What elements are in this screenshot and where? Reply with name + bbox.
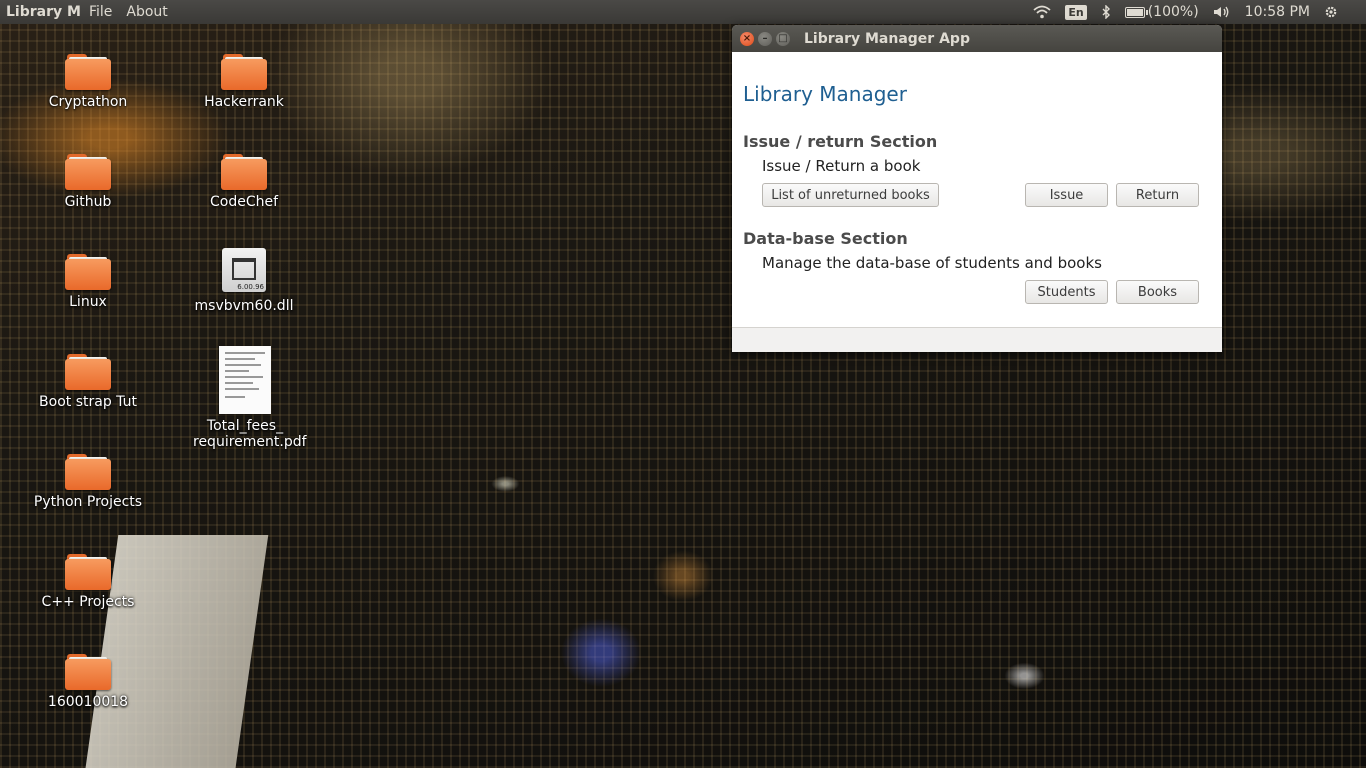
- minimize-icon[interactable]: –: [758, 31, 772, 46]
- menu-file[interactable]: File: [89, 4, 112, 20]
- bluetooth-icon[interactable]: [1101, 5, 1111, 19]
- battery-indicator[interactable]: (100%): [1124, 4, 1199, 20]
- page-title: Library Manager: [743, 82, 907, 106]
- maximize-icon[interactable]: □: [776, 31, 790, 46]
- desktop-icon-label: msvbvm60.dll: [194, 298, 294, 314]
- window-statusbar: [732, 327, 1222, 352]
- desktop-icon-label: Hackerrank: [204, 94, 284, 110]
- folder-icon: [65, 54, 111, 90]
- window-title: Library Manager App: [804, 30, 970, 47]
- dll-file-icon: 6.00.96: [222, 248, 266, 292]
- desktop-folder-cryptathon[interactable]: Cryptathon: [28, 54, 148, 110]
- dll-version-badge: 6.00.96: [237, 283, 264, 291]
- desktop-file-msvbvm60[interactable]: 6.00.96 msvbvm60.dll: [184, 248, 304, 314]
- desktop-folder-hackerrank[interactable]: Hackerrank: [184, 54, 304, 110]
- indicator-area: En (100%) 10:58 PM: [1033, 4, 1338, 20]
- desktop-folder-bootstrap-tut[interactable]: Boot strap Tut: [28, 354, 148, 410]
- menu-about[interactable]: About: [126, 4, 167, 20]
- folder-icon: [65, 354, 111, 390]
- volume-icon[interactable]: [1213, 5, 1231, 19]
- desktop-icon-label: CodeChef: [209, 194, 279, 210]
- folder-icon: [65, 554, 111, 590]
- desktop-folder-cpp-projects[interactable]: C++ Projects: [28, 554, 148, 610]
- issue-section-heading: Issue / return Section: [743, 132, 938, 151]
- top-panel: Library M File About En (100%) 10:58 PM: [0, 0, 1366, 24]
- gear-icon[interactable]: [1324, 5, 1338, 19]
- database-section-heading: Data-base Section: [743, 229, 908, 248]
- library-manager-window: × – □ Library Manager App Library Manage…: [732, 25, 1222, 352]
- folder-icon: [65, 654, 111, 690]
- return-button[interactable]: Return: [1116, 183, 1199, 207]
- keyboard-language-indicator[interactable]: En: [1065, 4, 1087, 20]
- students-button[interactable]: Students: [1025, 280, 1108, 304]
- desktop-folder-codechef[interactable]: CodeChef: [184, 154, 304, 210]
- desktop-folder-linux[interactable]: Linux: [28, 254, 148, 310]
- pdf-file-icon: [219, 346, 271, 414]
- battery-percent: (100%): [1147, 4, 1199, 20]
- desktop-icon-label: Total_fees_ requirement.pdf: [193, 418, 307, 450]
- books-button[interactable]: Books: [1116, 280, 1199, 304]
- active-app-title: Library M: [6, 4, 81, 20]
- folder-icon: [65, 254, 111, 290]
- window-content: Library Manager Issue / return Section I…: [732, 52, 1222, 328]
- window-titlebar[interactable]: × – □ Library Manager App: [732, 25, 1222, 52]
- folder-icon: [221, 154, 267, 190]
- desktop-icon-label: 160010018: [47, 694, 129, 710]
- wifi-icon[interactable]: [1033, 5, 1051, 19]
- battery-icon: [1124, 6, 1148, 18]
- issue-section-description: Issue / Return a book: [762, 157, 921, 175]
- issue-button[interactable]: Issue: [1025, 183, 1108, 207]
- desktop-folder-160010018[interactable]: 160010018: [28, 654, 148, 710]
- desktop-icon-label: Cryptathon: [48, 94, 128, 110]
- desktop-icon-label: Python Projects: [33, 494, 143, 510]
- folder-icon: [221, 54, 267, 90]
- desktop-file-total-fees-pdf[interactable]: Total_fees_ requirement.pdf: [184, 346, 307, 450]
- desktop-icon-label: Linux: [69, 294, 107, 310]
- desktop-icon-label: C++ Projects: [41, 594, 135, 610]
- clock[interactable]: 10:58 PM: [1245, 4, 1310, 20]
- database-section-description: Manage the data-base of students and boo…: [762, 254, 1102, 272]
- close-icon[interactable]: ×: [740, 31, 754, 46]
- desktop-icon-label: Github: [64, 194, 112, 210]
- desktop-icon-label: Boot strap Tut: [39, 394, 137, 410]
- list-unreturned-books-button[interactable]: List of unreturned books: [762, 183, 939, 207]
- folder-icon: [65, 454, 111, 490]
- folder-icon: [65, 154, 111, 190]
- desktop-folder-github[interactable]: Github: [28, 154, 148, 210]
- desktop-folder-python-projects[interactable]: Python Projects: [28, 454, 148, 510]
